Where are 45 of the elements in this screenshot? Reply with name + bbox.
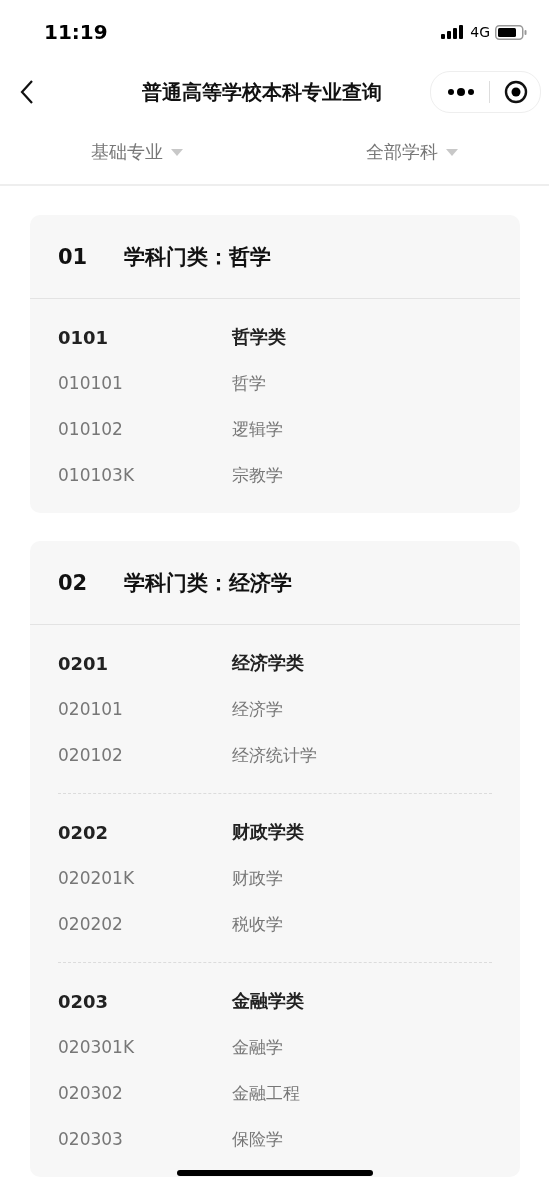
major-name[interactable]: 保险学 xyxy=(232,1127,283,1151)
major-name[interactable]: 金融工程 xyxy=(232,1081,300,1105)
back-icon[interactable] xyxy=(20,79,34,105)
category-code: 01 xyxy=(58,244,89,269)
filter-dropdown[interactable]: 基础专业 xyxy=(0,120,275,184)
caret-icon xyxy=(171,148,184,156)
major-name[interactable]: 税收学 xyxy=(232,912,283,936)
major-code: 020102 xyxy=(58,745,124,765)
major-name[interactable]: 哲学 xyxy=(232,371,266,395)
major-code: 020303 xyxy=(58,1129,124,1149)
major-name[interactable]: 财政学 xyxy=(232,866,283,890)
group-code: 0201 xyxy=(58,652,110,674)
group-name[interactable]: 哲学类 xyxy=(232,325,286,349)
major-code: 010102 xyxy=(58,419,124,439)
major-code: 020302 xyxy=(58,1083,124,1103)
group-code: 0101 xyxy=(58,326,110,348)
signal-icon xyxy=(441,25,466,39)
group-code: 0202 xyxy=(58,821,110,843)
major-name[interactable]: 经济学 xyxy=(232,697,283,721)
capsule-menu[interactable] xyxy=(430,71,541,113)
major-code: 020201K xyxy=(58,868,136,888)
group-name[interactable]: 财政学类 xyxy=(232,820,304,844)
network-label: 4G xyxy=(470,24,490,40)
category-title: 学科门类：哲学 xyxy=(124,243,271,271)
status-time: 11:19 xyxy=(44,20,108,44)
target-icon[interactable] xyxy=(504,80,528,104)
battery-icon xyxy=(495,24,527,40)
group-name[interactable]: 经济学类 xyxy=(232,651,304,675)
major-code: 010101 xyxy=(58,373,124,393)
major-name[interactable]: 宗教学 xyxy=(232,463,283,487)
group-name[interactable]: 金融学类 xyxy=(232,989,304,1013)
caret-icon xyxy=(445,148,458,156)
major-code: 010103K xyxy=(58,465,136,485)
major-code: 020101 xyxy=(58,699,124,719)
filter-dropdown[interactable]: 全部学科 xyxy=(274,120,549,184)
major-name[interactable]: 经济统计学 xyxy=(232,743,317,767)
category-title: 学科门类：经济学 xyxy=(124,569,292,597)
group-code: 0203 xyxy=(58,990,110,1012)
major-name[interactable]: 逻辑学 xyxy=(232,417,283,441)
major-code: 020202 xyxy=(58,914,124,934)
major-name[interactable]: 金融学 xyxy=(232,1035,283,1059)
more-icon[interactable] xyxy=(447,87,475,97)
major-code: 020301K xyxy=(58,1037,136,1057)
page-title: 普通高等学校本科专业查询 xyxy=(141,78,383,106)
category-code: 02 xyxy=(58,570,89,595)
